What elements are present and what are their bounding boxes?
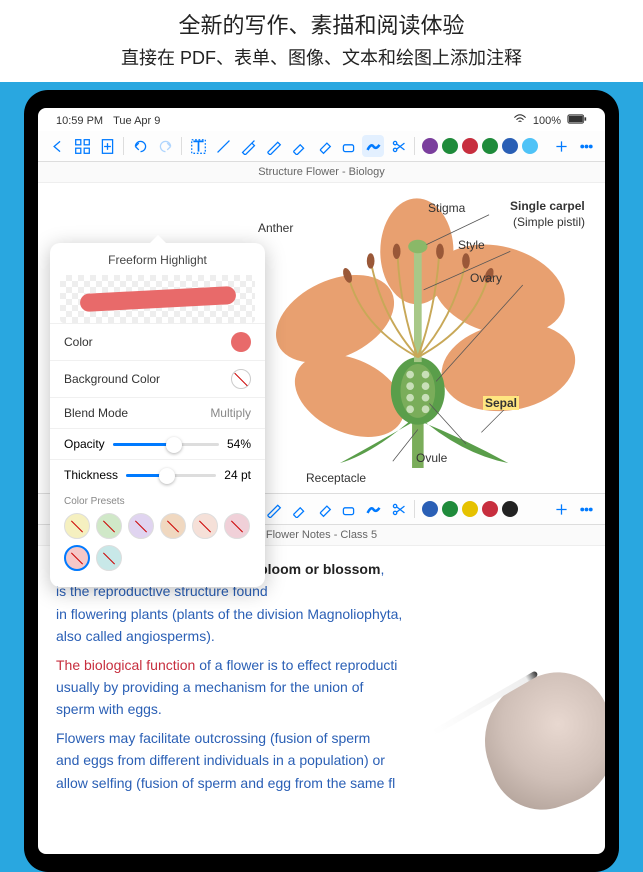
color-purple[interactable] [422, 138, 438, 154]
marketing-subtitle: 直接在 PDF、表单、图像、文本和绘图上添加注释 [0, 44, 643, 70]
add-button[interactable] [550, 135, 572, 157]
blend-value[interactable]: Multiply [210, 406, 251, 420]
color-green-2[interactable] [442, 501, 458, 517]
color-palette-2 [422, 501, 518, 517]
preset-red-selected[interactable] [64, 545, 90, 571]
color-palette [422, 138, 538, 154]
preset-peach[interactable] [192, 513, 218, 539]
redo-button[interactable] [154, 135, 176, 157]
pencil-tool-2[interactable] [262, 498, 284, 520]
color-green2[interactable] [482, 138, 498, 154]
opacity-slider[interactable] [113, 443, 219, 446]
preset-cyan[interactable] [96, 545, 122, 571]
color-green[interactable] [442, 138, 458, 154]
eraser2-tool-2[interactable] [337, 498, 359, 520]
pencil-tool[interactable] [262, 135, 284, 157]
color-red-2[interactable] [482, 501, 498, 517]
back-button[interactable] [46, 135, 68, 157]
pen-tool[interactable] [237, 135, 259, 157]
label-ovary: Ovary [470, 271, 502, 285]
opacity-label: Opacity [64, 437, 105, 451]
preset-orange[interactable] [160, 513, 186, 539]
grid-icon[interactable] [71, 135, 93, 157]
thickness-label: Thickness [64, 468, 118, 482]
label-style: Style [458, 238, 485, 252]
marketing-title: 全新的写作、素描和阅读体验 [0, 8, 643, 40]
color-red[interactable] [462, 138, 478, 154]
status-date: Tue Apr 9 [113, 115, 160, 127]
preset-purple[interactable] [128, 513, 154, 539]
color-cyan[interactable] [522, 138, 538, 154]
opacity-value: 54% [227, 437, 251, 451]
highlighter-tool-2[interactable] [287, 498, 309, 520]
eraser2-tool[interactable] [337, 135, 359, 157]
add-button-2[interactable] [550, 498, 572, 520]
bgcolor-swatch[interactable] [231, 369, 251, 389]
highlighter-tool[interactable] [287, 135, 309, 157]
undo-button[interactable] [129, 135, 151, 157]
more-button[interactable] [575, 135, 597, 157]
eraser-tool[interactable] [312, 135, 334, 157]
color-swatch[interactable] [231, 332, 251, 352]
label-simple-pistil: (Simple pistil) [513, 215, 585, 229]
color-label: Color [64, 335, 93, 349]
drawing-canvas[interactable]: Freeform Highlight Color Background Colo… [38, 183, 605, 493]
ipad-screen: 10:59 PM Tue Apr 9 100% Structure Flower… [38, 108, 605, 854]
color-presets [50, 509, 265, 579]
more-button-2[interactable] [575, 498, 597, 520]
main-toolbar [38, 131, 605, 162]
stroke-preview [60, 275, 255, 323]
marketing-header: 全新的写作、素描和阅读体验 直接在 PDF、表单、图像、文本和绘图上添加注释 [0, 0, 643, 82]
scissors-tool[interactable] [387, 135, 409, 157]
preset-pink[interactable] [224, 513, 250, 539]
status-bar: 10:59 PM Tue Apr 9 100% [38, 108, 605, 131]
label-sepal: Sepal [483, 396, 519, 410]
page-icon[interactable] [96, 135, 118, 157]
freeform-tool-2[interactable] [362, 498, 384, 520]
label-single-carpel: Single carpel [510, 199, 585, 213]
line-tool[interactable] [212, 135, 234, 157]
flower-diagram: Stigma Single carpel (Simple pistil) Sty… [258, 193, 595, 483]
thickness-value: 24 pt [224, 468, 251, 482]
label-ovule: Ovule [416, 451, 447, 465]
blend-label: Blend Mode [64, 406, 128, 420]
document-title: Structure Flower - Biology [38, 162, 605, 183]
wifi-icon [513, 112, 527, 129]
ipad-device-frame: 10:59 PM Tue Apr 9 100% Structure Flower… [24, 90, 619, 872]
eraser-tool-2[interactable] [312, 498, 334, 520]
color-black-2[interactable] [502, 501, 518, 517]
status-time: 10:59 PM [56, 115, 103, 127]
label-anther: Anther [258, 221, 293, 235]
label-receptacle: Receptacle [306, 471, 366, 485]
highlight-settings-popup: Freeform Highlight Color Background Colo… [50, 243, 265, 587]
color-blue-2[interactable] [422, 501, 438, 517]
color-blue[interactable] [502, 138, 518, 154]
scissors-tool-2[interactable] [387, 498, 409, 520]
battery-percent: 100% [533, 115, 561, 127]
presets-label: Color Presets [50, 490, 265, 509]
preset-green[interactable] [96, 513, 122, 539]
text-tool[interactable] [187, 135, 209, 157]
battery-icon [567, 114, 587, 127]
freeform-highlight-tool[interactable] [362, 135, 384, 157]
bgcolor-label: Background Color [64, 372, 160, 386]
preset-yellow[interactable] [64, 513, 90, 539]
label-stigma: Stigma [428, 201, 465, 215]
popup-title: Freeform Highlight [50, 251, 265, 275]
color-yellow-2[interactable] [462, 501, 478, 517]
thickness-slider[interactable] [126, 474, 216, 477]
